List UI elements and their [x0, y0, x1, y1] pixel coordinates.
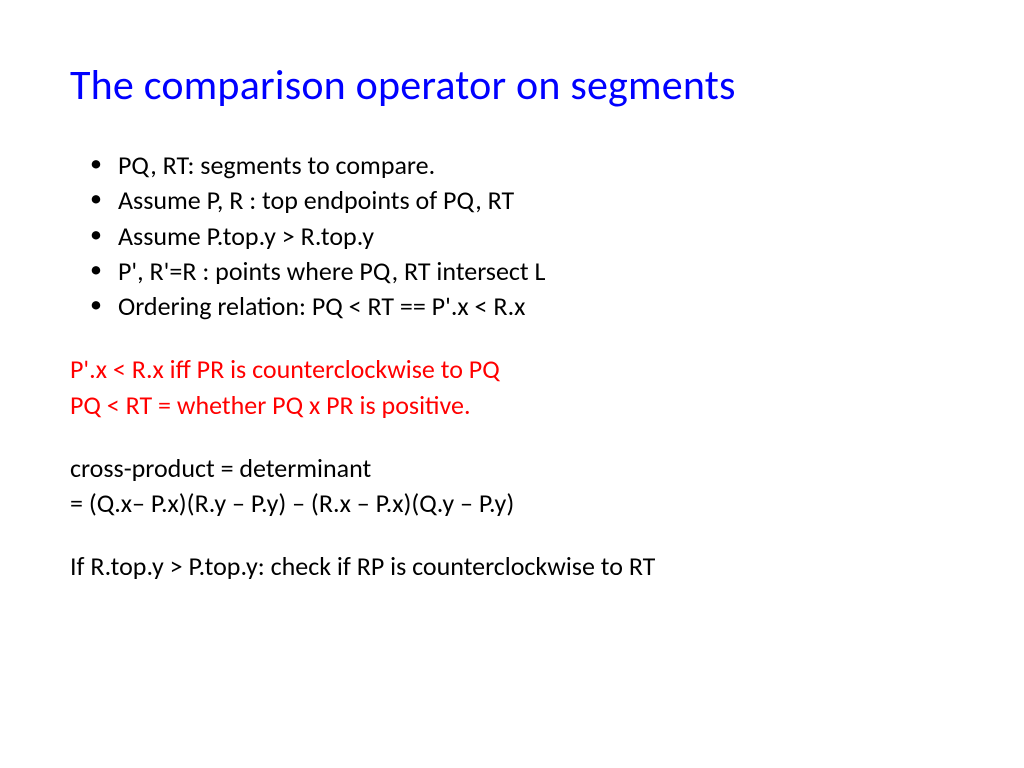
formula-block: cross-product = determinant = (Q.x– P.x)…	[70, 452, 954, 521]
red-line: PQ < RT = whether PQ x PR is positive.	[70, 389, 954, 422]
formula-line: = (Q.x– P.x)(R.y – P.y) – (R.x – P.x)(Q.…	[70, 487, 954, 520]
red-line: P'.x < R.x iff PR is counterclockwise to…	[70, 353, 954, 386]
list-item: PQ, RT: segments to compare.	[86, 149, 954, 182]
list-item: Assume P.top.y > R.top.y	[86, 220, 954, 253]
list-item: Ordering relation: PQ < RT == P'.x < R.x	[86, 290, 954, 323]
highlighted-text: P'.x < R.x iff PR is counterclockwise to…	[70, 353, 954, 422]
slide-content: PQ, RT: segments to compare. Assume P, R…	[70, 149, 954, 584]
formula-line: cross-product = determinant	[70, 452, 954, 485]
slide-title: The comparison operator on segments	[70, 60, 954, 111]
list-item: Assume P, R : top endpoints of PQ, RT	[86, 184, 954, 217]
list-item: P', R'=R : points where PQ, RT intersect…	[86, 255, 954, 288]
bullet-list: PQ, RT: segments to compare. Assume P, R…	[86, 149, 954, 323]
final-condition: If R.top.y > P.top.y: check if RP is cou…	[70, 550, 954, 583]
